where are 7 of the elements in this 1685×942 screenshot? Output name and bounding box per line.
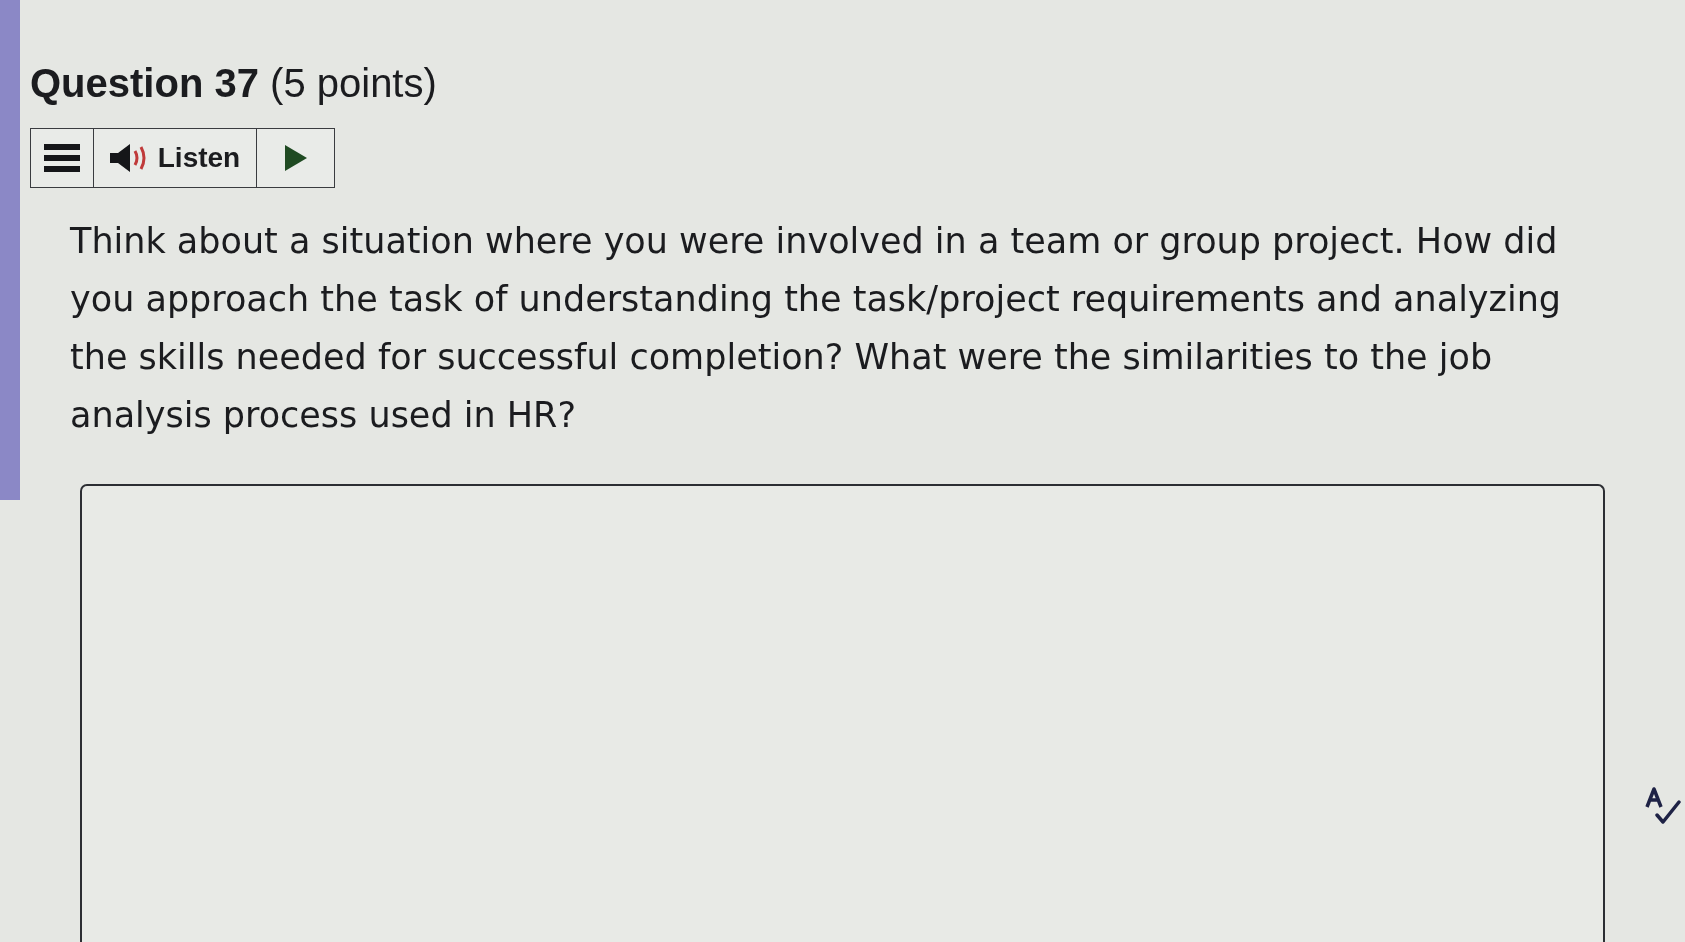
listen-button[interactable]: Listen	[93, 129, 256, 187]
question-prompt: Think about a situation where you were involved in a team or group project. How did you approach the task of understanding the task/project requirements and analyzing the skills needed for successful completion? What were the similarities to the job analysis process used in HR?	[70, 220, 1563, 437]
play-icon	[284, 145, 307, 171]
speaker-icon	[109, 143, 148, 173]
question-title: Question 37 (5 points)	[30, 60, 437, 107]
menu-icon	[44, 144, 80, 172]
spellcheck-icon[interactable]	[1645, 787, 1681, 825]
